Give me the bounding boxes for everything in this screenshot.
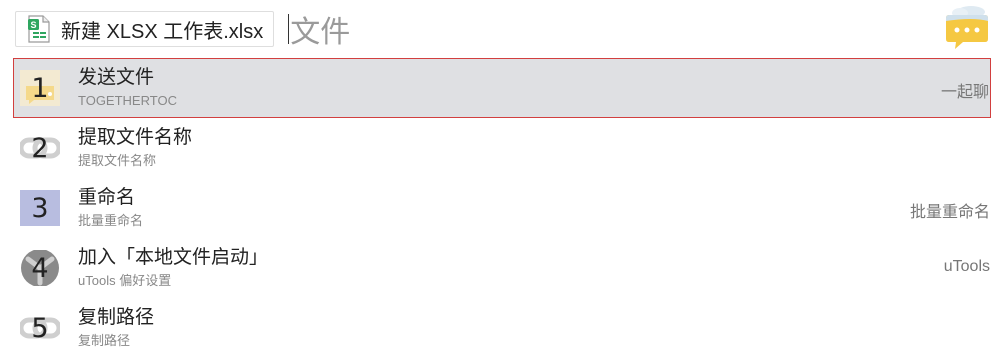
result-item-4[interactable]: 4 加入「本地文件启动」 uTools 偏好设置 uTools <box>0 238 999 298</box>
result-title: 加入「本地文件启动」 <box>78 247 269 268</box>
result-item-2[interactable]: 2 提取文件名称 提取文件名称 <box>0 118 999 178</box>
result-subtitle: TOGETHERTOC <box>78 93 177 108</box>
result-icon-3: 3 <box>20 188 60 228</box>
search-input[interactable] <box>290 12 691 46</box>
result-icon-1: 1 <box>20 70 60 106</box>
result-title: 发送文件 <box>78 67 155 88</box>
result-item-5[interactable]: 5 复制路径 复制路径 <box>0 298 999 358</box>
result-index: 1 <box>31 73 49 104</box>
result-item-1[interactable]: 1 发送文件 TOGETHERTOC 一起聊 <box>13 58 991 118</box>
spreadsheet-file-icon: S <box>28 15 50 43</box>
result-title: 复制路径 <box>78 307 155 328</box>
result-subtitle: 提取文件名称 <box>78 153 157 168</box>
results-list: 1 发送文件 TOGETHERTOC 一起聊 2 提取文件名称 提取文件名称 3 <box>0 58 999 358</box>
attached-file-name: 新建 XLSX 工作表.xlsx <box>61 20 264 43</box>
result-index: 5 <box>31 313 49 344</box>
result-title: 重命名 <box>78 187 136 208</box>
result-subtitle: 批量重命名 <box>78 213 144 228</box>
query-field[interactable] <box>288 9 691 49</box>
text-caret <box>288 14 290 44</box>
result-index: 3 <box>31 193 49 224</box>
result-title: 提取文件名称 <box>78 127 193 148</box>
result-source: uTools <box>943 258 990 275</box>
result-item-3[interactable]: 3 重命名 批量重命名 批量重命名 <box>0 178 999 238</box>
result-index: 2 <box>31 133 49 164</box>
result-icon-5: 5 <box>18 310 62 346</box>
chat-bubble-logo-icon[interactable] <box>943 3 991 51</box>
svg-text:S: S <box>30 20 36 30</box>
result-index: 4 <box>31 253 49 284</box>
attached-file-chip[interactable]: S 新建 XLSX 工作表.xlsx <box>15 11 275 47</box>
result-subtitle: 复制路径 <box>78 333 131 348</box>
result-subtitle: uTools 偏好设置 <box>78 273 172 288</box>
result-icon-4: 4 <box>20 249 60 287</box>
result-source: 一起聊 <box>940 84 989 101</box>
result-source: 批量重命名 <box>909 204 990 221</box>
result-icon-2: 2 <box>18 130 62 166</box>
search-bar: S 新建 XLSX 工作表.xlsx <box>0 0 999 58</box>
